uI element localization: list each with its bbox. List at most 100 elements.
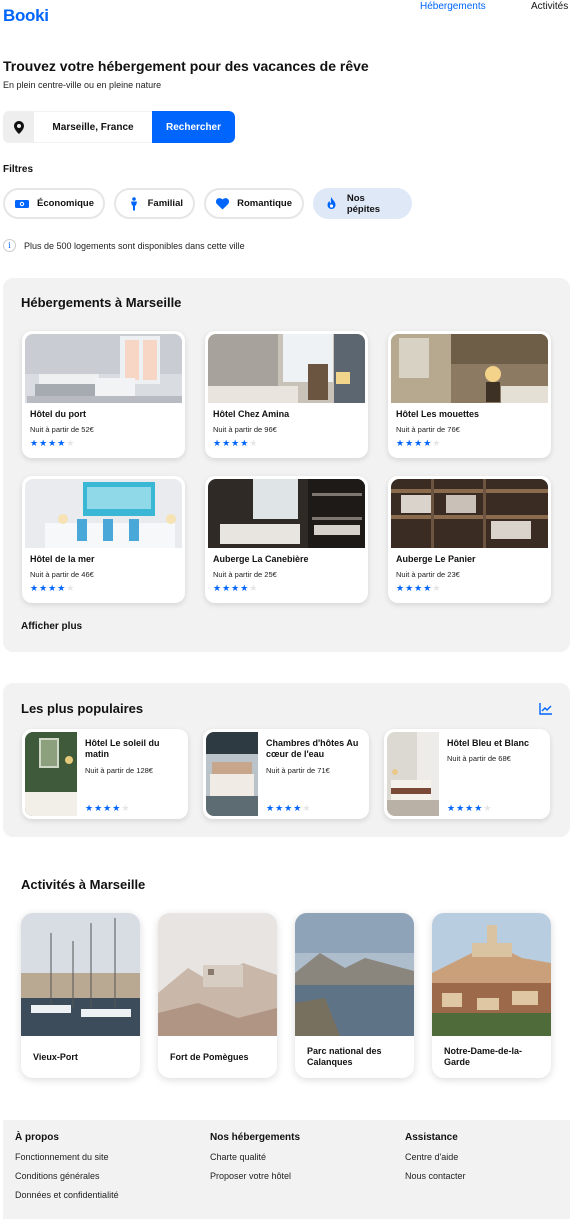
- lodging-card[interactable]: Auberge La Canebière Nuit à partir de 25…: [205, 476, 368, 603]
- rating-stars: ★ ★ ★ ★ ★: [213, 439, 257, 448]
- rating-stars: ★ ★ ★ ★ ★: [30, 584, 74, 593]
- hotel-name: Hôtel du port: [30, 409, 86, 419]
- star-icon: ★: [66, 583, 75, 593]
- filters-list: Économique Familial Romantique Nos pépit…: [3, 188, 412, 219]
- star-icon: ★: [94, 803, 103, 813]
- hotel-name: Chambres d'hôtes Au cœur de l'eau: [266, 738, 359, 759]
- lodging-card[interactable]: Auberge Le Panier Nuit à partir de 23€ ★…: [388, 476, 551, 603]
- filters-title: Filtres: [3, 164, 34, 175]
- footer-column-lodging: Nos hébergements Charte qualité Proposer…: [210, 1132, 300, 1190]
- hotel-name: Hôtel Bleu et Blanc: [447, 738, 530, 748]
- star-icon: ★: [302, 803, 311, 813]
- activity-name: Notre-Dame-de-la-Garde: [444, 1046, 523, 1067]
- footer-link[interactable]: Données et confidentialité: [15, 1190, 119, 1200]
- hotel-name: Hôtel de la mer: [30, 554, 95, 564]
- activity-card[interactable]: Notre-Dame-de-la-Garde: [432, 913, 551, 1078]
- search-input[interactable]: [34, 111, 152, 143]
- footer-link[interactable]: Fonctionnement du site: [15, 1152, 119, 1162]
- filter-chip-nos-pepites[interactable]: Nos pépites: [313, 188, 412, 219]
- filter-chip-romantique[interactable]: Romantique: [204, 188, 304, 219]
- activity-card[interactable]: Fort de Pomègues: [158, 913, 277, 1078]
- star-icon: ★: [231, 438, 240, 448]
- hotel-price: Nuit à partir de 96€: [213, 425, 277, 434]
- footer-link[interactable]: Proposer votre hôtel: [210, 1171, 300, 1181]
- header: Booki Hébergements Activités: [0, 0, 571, 32]
- activity-photo: [295, 913, 414, 1036]
- trend-chart-icon[interactable]: [539, 702, 552, 720]
- search-button[interactable]: Rechercher: [152, 111, 235, 143]
- star-icon: ★: [474, 803, 483, 813]
- star-icon: ★: [293, 803, 302, 813]
- logo[interactable]: Booki: [3, 6, 49, 26]
- filter-chip-familial[interactable]: Familial: [114, 188, 195, 219]
- footer-heading: Nos hébergements: [210, 1132, 301, 1143]
- lodging-card[interactable]: Hôtel de la mer Nuit à partir de 46€ ★ ★ ★…: [22, 476, 185, 603]
- footer: À propos Fonctionnement du site Conditio…: [3, 1120, 570, 1219]
- footer-heading: À propos: [15, 1132, 59, 1143]
- hotel-price: Nuit à partir de 76€: [396, 425, 460, 434]
- filter-chip-economique[interactable]: Économique: [3, 188, 105, 219]
- star-icon: ★: [30, 438, 39, 448]
- activity-photo: [432, 913, 551, 1036]
- hotel-price: Nuit à partir de 52€: [30, 425, 94, 434]
- activity-card[interactable]: Vieux-Port: [21, 913, 140, 1078]
- info-text: Plus de 500 logements sont disponibles d…: [24, 240, 245, 251]
- child-icon: [129, 196, 140, 211]
- star-icon: ★: [275, 803, 284, 813]
- page-title: Trouvez votre hébergement pour des vacan…: [3, 58, 369, 74]
- star-icon: ★: [465, 803, 474, 813]
- hotel-name: Hôtel Le soleil du matin: [85, 738, 160, 759]
- hotel-photo: [391, 479, 548, 548]
- popular-card[interactable]: Hôtel Le soleil du matin Nuit à partir d…: [22, 729, 188, 819]
- star-icon: ★: [213, 583, 222, 593]
- popular-card[interactable]: Hôtel Bleu et Blanc Nuit à partir de 68€…: [384, 729, 550, 819]
- star-icon: ★: [423, 583, 432, 593]
- hotel-name: Auberge Le Panier: [396, 554, 476, 564]
- hotel-photo: [25, 732, 77, 816]
- footer-link[interactable]: Centre d'aide: [405, 1152, 466, 1162]
- star-icon: ★: [48, 438, 57, 448]
- info-line: i Plus de 500 logements sont disponibles…: [3, 239, 245, 252]
- map-pin-icon: [3, 111, 34, 143]
- lodging-card[interactable]: Hôtel du port Nuit à partir de 52€ ★ ★ ★ ★ ★: [22, 331, 185, 458]
- footer-link[interactable]: Charte qualité: [210, 1152, 300, 1162]
- star-icon: ★: [249, 583, 258, 593]
- star-icon: ★: [57, 438, 66, 448]
- lodging-title: Hébergements à Marseille: [21, 295, 182, 310]
- nav-link-activites[interactable]: Activités: [531, 1, 568, 12]
- star-icon: ★: [39, 583, 48, 593]
- money-icon: [15, 197, 29, 211]
- star-icon: ★: [231, 583, 240, 593]
- activity-card[interactable]: Parc national des Calanques: [295, 913, 414, 1078]
- footer-link[interactable]: Nous contacter: [405, 1171, 466, 1181]
- footer-column-assistance: Assistance Centre d'aide Nous contacter: [405, 1132, 466, 1190]
- star-icon: ★: [222, 438, 231, 448]
- hotel-photo: [206, 732, 258, 816]
- activity-photo: [158, 913, 277, 1036]
- star-icon: ★: [396, 438, 405, 448]
- nav-link-hebergements[interactable]: Hébergements: [420, 1, 486, 12]
- star-icon: ★: [432, 583, 441, 593]
- star-icon: ★: [456, 803, 465, 813]
- star-icon: ★: [266, 803, 275, 813]
- lodging-card[interactable]: Hôtel Les mouettes Nuit à partir de 76€ …: [388, 331, 551, 458]
- footer-link[interactable]: Conditions générales: [15, 1171, 119, 1181]
- activity-name: Vieux-Port: [33, 1052, 78, 1062]
- star-icon: ★: [240, 583, 249, 593]
- star-icon: ★: [284, 803, 293, 813]
- star-icon: ★: [414, 438, 423, 448]
- rating-stars: ★ ★ ★ ★ ★: [447, 804, 491, 813]
- lodging-card[interactable]: Hôtel Chez Amina Nuit à partir de 96€ ★ ★…: [205, 331, 368, 458]
- star-icon: ★: [423, 438, 432, 448]
- footer-heading: Assistance: [405, 1132, 458, 1143]
- star-icon: ★: [405, 438, 414, 448]
- search-bar: Rechercher: [3, 111, 235, 143]
- activity-name: Fort de Pomègues: [170, 1052, 249, 1062]
- show-more-link[interactable]: Afficher plus: [21, 621, 82, 632]
- filter-label: Romantique: [237, 198, 292, 209]
- rating-stars: ★ ★ ★ ★ ★: [396, 584, 440, 593]
- footer-column-about: À propos Fonctionnement du site Conditio…: [15, 1132, 119, 1209]
- star-icon: ★: [405, 583, 414, 593]
- popular-card[interactable]: Chambres d'hôtes Au cœur de l'eau Nuit à…: [203, 729, 369, 819]
- hotel-price: Nuit à partir de 46€: [30, 570, 94, 579]
